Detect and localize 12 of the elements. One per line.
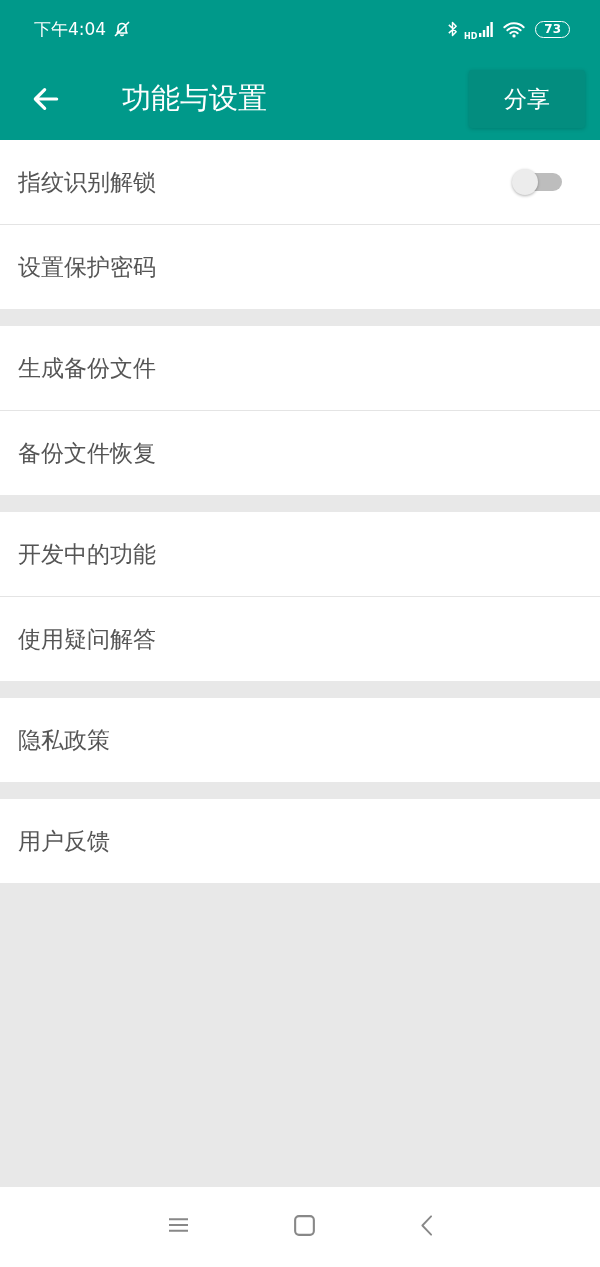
square-icon[interactable] [293, 1214, 315, 1236]
signal-type-label: HD [463, 31, 478, 41]
menu-icon[interactable] [168, 1217, 188, 1233]
back-chevron-icon[interactable] [420, 1214, 432, 1236]
bluetooth-icon [446, 19, 458, 39]
muted-bell-icon [112, 19, 133, 39]
settings-label: 指纹识别解锁 [18, 167, 156, 197]
signal-icon [479, 21, 494, 37]
share-button[interactable]: 分享 [469, 70, 585, 128]
page-title: 功能与设置 [122, 80, 268, 117]
wifi-icon [503, 20, 526, 38]
status-time: 下午4:04 [34, 17, 107, 41]
